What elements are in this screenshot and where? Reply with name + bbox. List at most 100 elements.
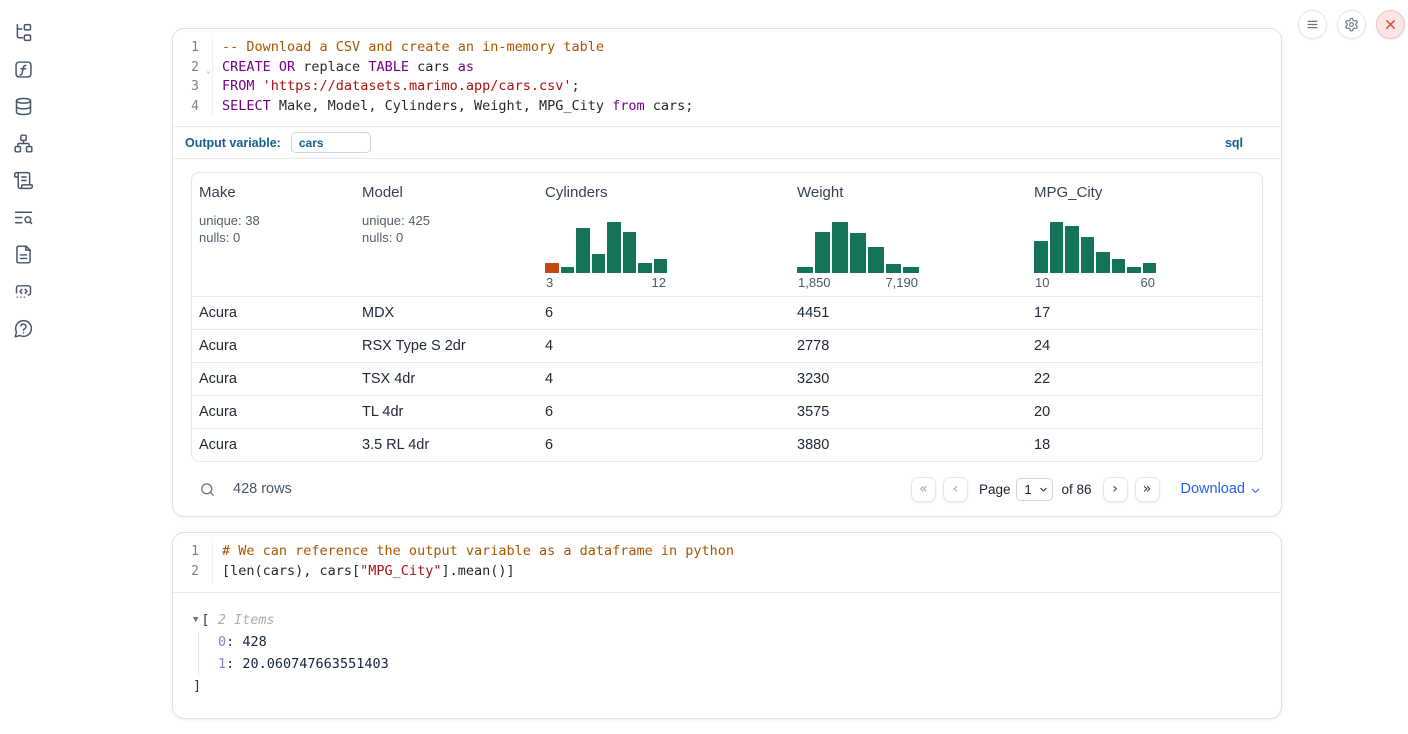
table-cell: 24 [1027, 329, 1262, 362]
column-label: Weight [797, 184, 1019, 201]
help-bubble-icon[interactable] [12, 317, 34, 339]
page-select[interactable]: 1 [1016, 478, 1053, 501]
line-number: 1 [173, 542, 203, 562]
sql-cell: 1-- Download a CSV and create an in-memo… [172, 28, 1282, 517]
histogram-bar [850, 233, 866, 273]
table-cell: MDX [355, 296, 538, 329]
chevron-down-icon [1039, 485, 1048, 494]
hamburger-icon [1305, 17, 1320, 32]
histogram-bar [576, 228, 590, 273]
column-stats: unique: 38 nulls: 0 [199, 212, 347, 246]
code-line[interactable]: 2⌄CREATE OR replace TABLE cars as [173, 58, 1281, 78]
notebook: 1-- Download a CSV and create an in-memo… [172, 28, 1282, 734]
column-stats: unique: 425 nulls: 0 [362, 212, 530, 246]
last-page-button[interactable]: » [1135, 477, 1160, 502]
column-header-make[interactable]: Make unique: 38 nulls: 0 [192, 173, 355, 296]
column-header-cylinders[interactable]: Cylinders 3 12 [538, 173, 790, 296]
page-select-value: 1 [1024, 482, 1031, 497]
prev-page-button[interactable]: ‹ [943, 477, 968, 502]
column-label: Model [362, 184, 530, 201]
chevrons-right-icon: » [1143, 481, 1152, 497]
table-cell: 17 [1027, 296, 1262, 329]
column-label: MPG_City [1034, 184, 1254, 201]
list-search-icon[interactable] [12, 206, 34, 228]
close-bracket: ] [193, 675, 1263, 697]
histogram-bar [1096, 252, 1110, 272]
histogram-bar [797, 267, 813, 273]
tree-item: 0: 428 [218, 631, 1263, 653]
python-code-editor[interactable]: 1# We can reference the output variable … [173, 533, 1281, 592]
network-icon[interactable] [12, 132, 34, 154]
code-line[interactable]: 1# We can reference the output variable … [173, 542, 1281, 562]
table-cell: Acura [192, 329, 355, 362]
column-label: Make [199, 184, 347, 201]
code-line[interactable]: 2[len(cars), cars["MPG_City"].mean()] [173, 562, 1281, 582]
mpg-city-histogram: 10 60 [1034, 222, 1156, 290]
gutter-divider [212, 97, 222, 117]
table-row: AcuraTL 4dr6357520 [192, 395, 1262, 428]
table-cell: Acura [192, 395, 355, 428]
histogram-bar [815, 232, 831, 273]
table-cell: 22 [1027, 362, 1262, 395]
code-line[interactable]: 3FROM 'https://datasets.marimo.app/cars.… [173, 77, 1281, 97]
histogram-bar [832, 222, 848, 273]
table-cell: 3880 [790, 428, 1027, 461]
fold-chevron-icon[interactable]: ⌄ [206, 61, 211, 81]
table-footer: 428 rows « ‹ Page 1 of 86 › » Download [191, 475, 1263, 503]
histogram-bar [1034, 241, 1048, 273]
histogram-bar [1081, 237, 1095, 273]
gutter-divider [212, 58, 222, 78]
code-line[interactable]: 4SELECT Make, Model, Cylinders, Weight, … [173, 97, 1281, 117]
sql-code-editor[interactable]: 1-- Download a CSV and create an in-memo… [173, 29, 1281, 126]
histogram-bar [886, 264, 902, 273]
table-row: AcuraRSX Type S 2dr4277824 [192, 329, 1262, 362]
next-page-button[interactable]: › [1103, 477, 1128, 502]
items-count-text: 2 Items [218, 609, 275, 631]
tree-item-key: 0 [218, 634, 226, 650]
search-button[interactable] [199, 480, 217, 498]
close-icon [1383, 17, 1398, 32]
table-cell: 3230 [790, 362, 1027, 395]
histogram-bar [592, 254, 606, 273]
download-button[interactable]: Download [1181, 481, 1262, 497]
menu-button[interactable] [1298, 10, 1327, 39]
settings-button[interactable] [1337, 10, 1366, 39]
histogram-bar [607, 222, 621, 273]
histogram-bar [1143, 263, 1157, 273]
tree-item: 1: 20.060747663551403 [218, 653, 1263, 675]
page-total: of 86 [1061, 482, 1091, 497]
tree-item-key: 1 [218, 656, 226, 672]
tree-item-separator: : [226, 656, 242, 672]
histogram-min-label: 10 [1035, 275, 1049, 290]
pagination: « ‹ Page 1 of 86 › » Download [911, 477, 1261, 502]
tree-item-value: 428 [242, 634, 266, 650]
document-icon[interactable] [12, 243, 34, 265]
code-line[interactable]: 1-- Download a CSV and create an in-memo… [173, 38, 1281, 58]
column-header-weight[interactable]: Weight 1,850 7,190 [790, 173, 1027, 296]
table-cell: 6 [538, 395, 790, 428]
language-badge: sql [1225, 136, 1243, 150]
function-icon[interactable] [12, 58, 34, 80]
histogram-bar [1065, 226, 1079, 273]
output-variable-input[interactable] [291, 132, 371, 153]
histogram-bar [623, 232, 637, 273]
close-button[interactable] [1376, 10, 1405, 39]
file-tree-icon[interactable] [12, 21, 34, 43]
table-cell: 4 [538, 329, 790, 362]
histogram-max-label: 60 [1141, 275, 1155, 290]
database-icon[interactable] [12, 95, 34, 117]
scroll-icon[interactable] [12, 169, 34, 191]
histogram-bar [1112, 259, 1126, 273]
tree-item-separator: : [226, 634, 242, 650]
table-row: AcuraTSX 4dr4323022 [192, 362, 1262, 395]
column-header-model[interactable]: Model unique: 425 nulls: 0 [355, 173, 538, 296]
data-table-card: Make unique: 38 nulls: 0 Model unique: 4… [191, 172, 1263, 462]
table-cell: 6 [538, 296, 790, 329]
histogram-max-label: 7,190 [885, 275, 918, 290]
first-page-button[interactable]: « [911, 477, 936, 502]
code-snippet-icon[interactable] [12, 280, 34, 302]
column-header-mpg-city[interactable]: MPG_City 10 60 [1027, 173, 1262, 296]
table-cell: 4451 [790, 296, 1027, 329]
collapse-chevron-icon[interactable]: ▼ [193, 609, 198, 631]
table-cell: Acura [192, 296, 355, 329]
